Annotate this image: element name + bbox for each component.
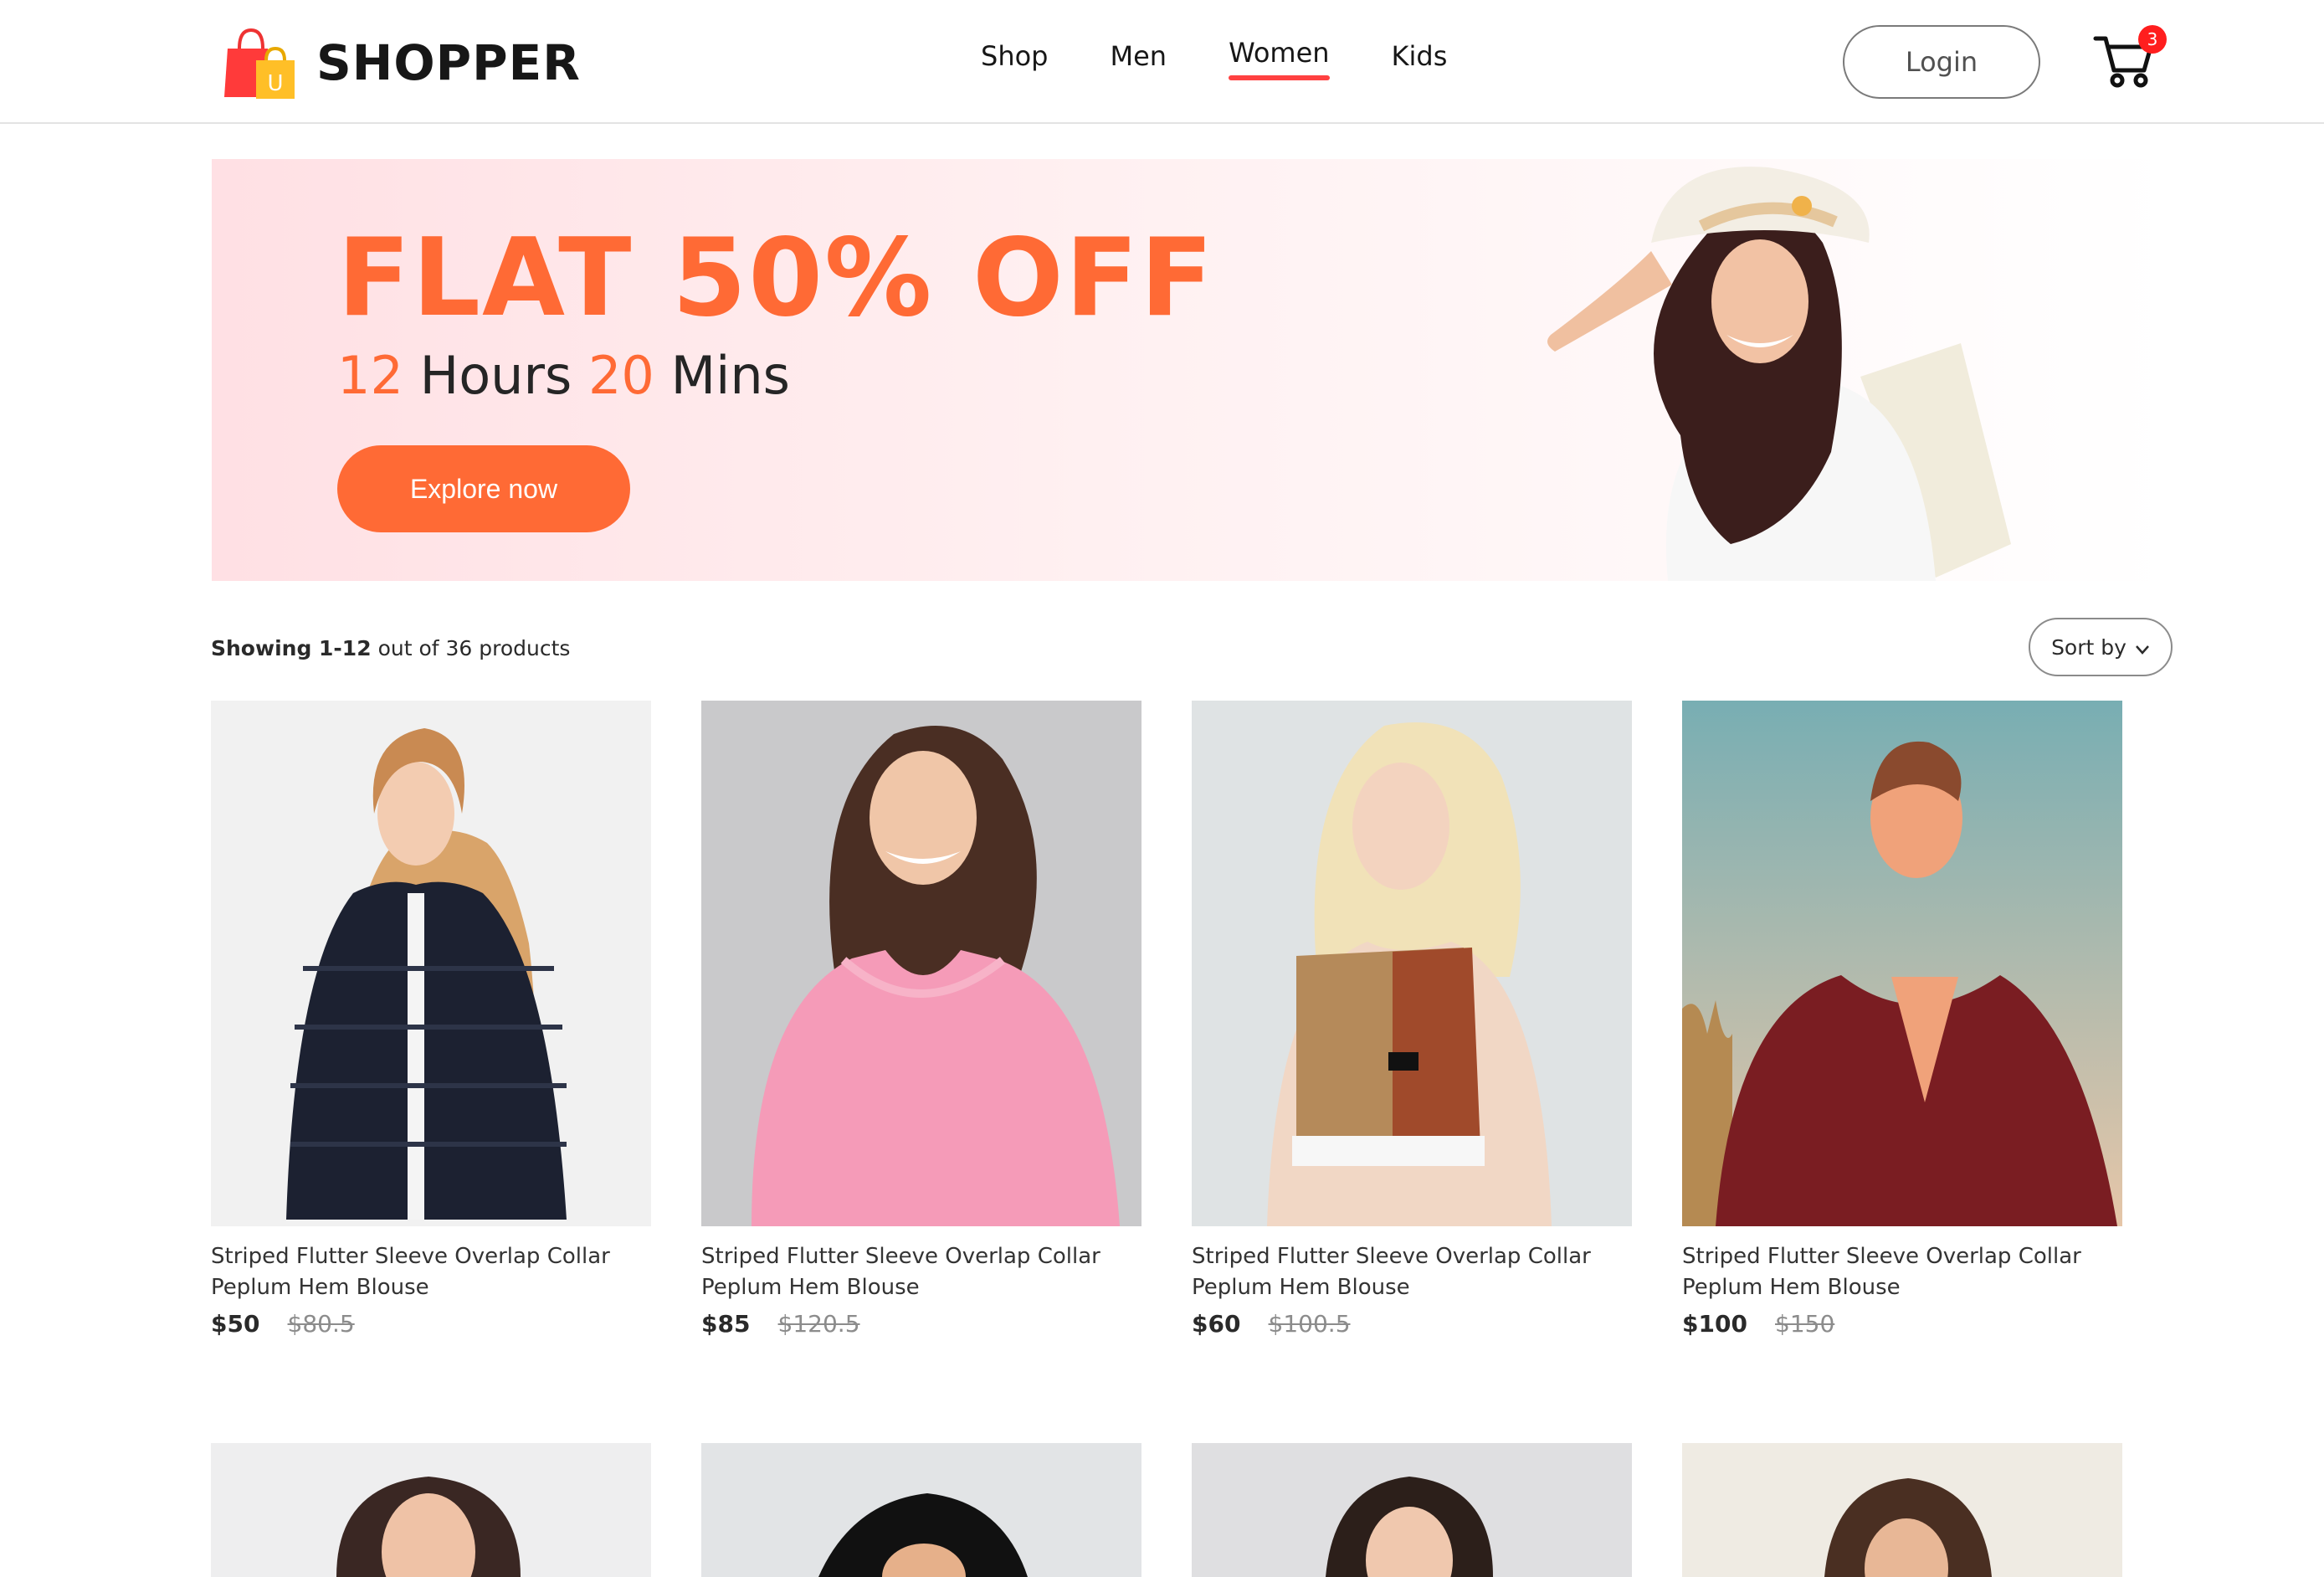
hero-model-image (1501, 159, 2170, 581)
explore-now-button[interactable]: Explore now (337, 445, 630, 532)
product-name[interactable]: Striped Flutter Sleeve Overlap Collar Pe… (701, 1241, 1141, 1303)
countdown-mins: 20 (587, 345, 654, 406)
shopping-bag-logo-icon: U (219, 25, 300, 100)
nav-item-women[interactable]: Women (1229, 37, 1330, 87)
sort-by-dropdown[interactable]: Sort by (2029, 618, 2173, 676)
product-prices: $100 $150 (1682, 1310, 2122, 1338)
product-card[interactable]: Striped Flutter Sleeve Overlap Collar Pe… (1682, 701, 2122, 1338)
product-card[interactable]: Striped Flutter Sleeve Overlap Collar Pe… (211, 701, 651, 1338)
chevron-down-icon (2135, 635, 2150, 660)
top-navbar: U SHOPPER Shop Men Women Kids Login 3 (0, 0, 2324, 124)
hero-banner: FLAT 50% OFF 12 Hours 20 Mins Explore no… (212, 159, 2170, 581)
countdown-hours: 12 (337, 345, 403, 406)
product-old-price: $80.5 (287, 1310, 355, 1338)
product-prices: $50 $80.5 (211, 1310, 651, 1338)
product-new-price: $60 (1192, 1310, 1241, 1338)
product-name[interactable]: Striped Flutter Sleeve Overlap Collar Pe… (1192, 1241, 1632, 1303)
product-image[interactable] (1682, 701, 2122, 1226)
brand-logo[interactable]: U SHOPPER (219, 25, 581, 100)
cart-count-badge: 3 (2138, 25, 2167, 54)
results-count: Showing 1-12 out of 36 products (211, 636, 570, 660)
product-new-price: $50 (211, 1310, 260, 1338)
countdown-mins-label: Mins (670, 345, 790, 406)
results-range: Showing 1-12 (211, 636, 372, 660)
product-image-partial[interactable] (211, 1443, 651, 1577)
product-card[interactable]: Striped Flutter Sleeve Overlap Collar Pe… (701, 701, 1141, 1338)
product-name[interactable]: Striped Flutter Sleeve Overlap Collar Pe… (211, 1241, 651, 1303)
product-card[interactable]: Striped Flutter Sleeve Overlap Collar Pe… (1192, 701, 1632, 1338)
product-image[interactable] (211, 701, 651, 1226)
countdown-hours-label: Hours (419, 345, 572, 406)
nav-item-kids[interactable]: Kids (1392, 40, 1448, 90)
product-image-partial[interactable] (701, 1443, 1141, 1577)
product-prices: $85 $120.5 (701, 1310, 1141, 1338)
hero-countdown: 12 Hours 20 Mins (337, 345, 790, 406)
nav-item-men[interactable]: Men (1110, 40, 1167, 90)
product-new-price: $100 (1682, 1310, 1747, 1338)
product-old-price: $120.5 (777, 1310, 860, 1338)
hero-headline: FLAT 50% OFF (337, 216, 1215, 341)
nav-item-shop[interactable]: Shop (981, 40, 1048, 90)
product-old-price: $150 (1775, 1310, 1835, 1338)
results-total: out of 36 products (377, 636, 571, 660)
login-button[interactable]: Login (1843, 25, 2040, 99)
main-nav: Shop Men Women Kids (981, 37, 1509, 90)
product-new-price: $85 (701, 1310, 751, 1338)
product-image[interactable] (701, 701, 1141, 1226)
product-image[interactable] (1192, 701, 1632, 1226)
product-old-price: $100.5 (1268, 1310, 1351, 1338)
product-prices: $60 $100.5 (1192, 1310, 1632, 1338)
sort-by-label: Sort by (2051, 634, 2126, 660)
active-nav-underline (1229, 75, 1330, 80)
product-image-partial[interactable] (1192, 1443, 1632, 1577)
svg-text:U: U (267, 71, 283, 96)
brand-name: SHOPPER (316, 34, 581, 91)
product-name[interactable]: Striped Flutter Sleeve Overlap Collar Pe… (1682, 1241, 2122, 1303)
product-image-partial[interactable] (1682, 1443, 2122, 1577)
